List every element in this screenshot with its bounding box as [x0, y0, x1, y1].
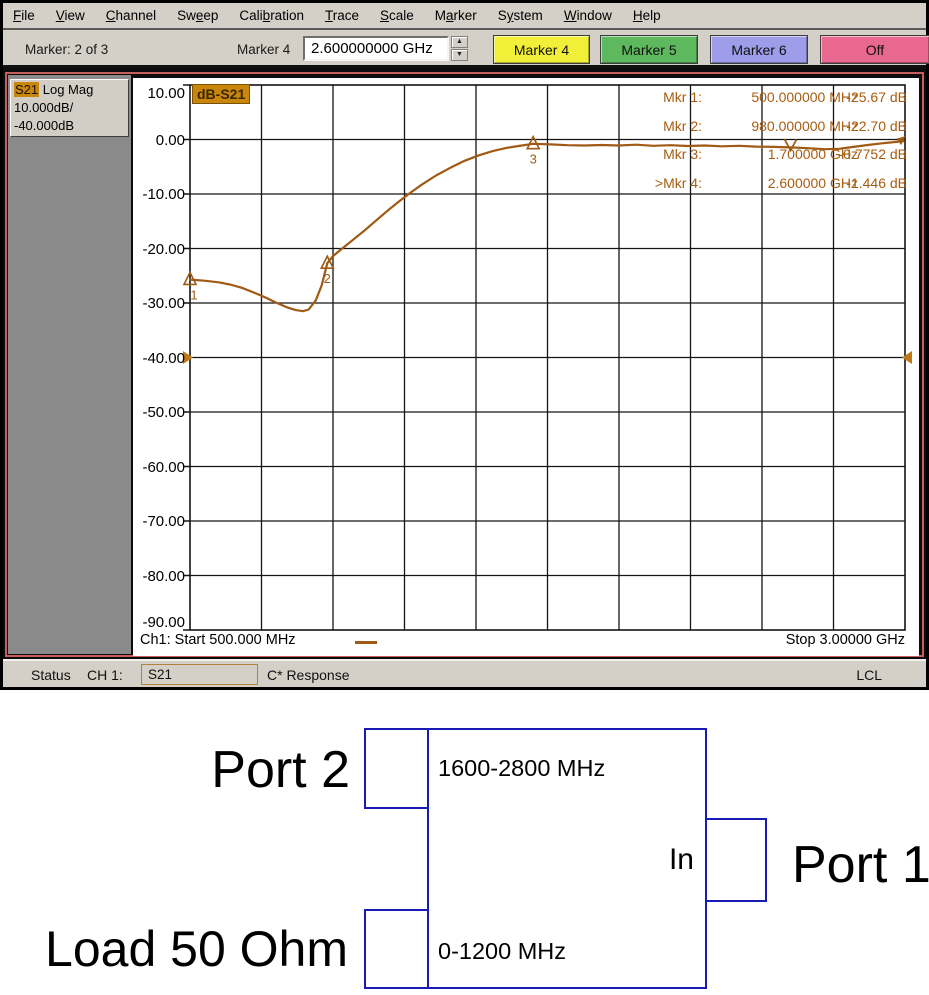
- chart-area: 123 dB-S21 10.000.00-10.00-20.00-30.00-4…: [133, 78, 919, 656]
- menu-window[interactable]: Window: [564, 8, 612, 23]
- stepper-up-button[interactable]: ▲: [451, 36, 468, 48]
- y-tick-label: -90.00: [135, 614, 185, 631]
- sweep-start-label: Ch1: Start 500.000 MHz: [140, 632, 296, 648]
- stepper-down-button[interactable]: ▼: [451, 49, 468, 61]
- trace-format: Log Mag: [39, 82, 93, 97]
- menu-view[interactable]: View: [56, 8, 85, 23]
- y-tick-label: -80.00: [135, 568, 185, 585]
- mkr-value: -1.446 dB: [821, 175, 907, 191]
- status-sparam-box: S21: [141, 664, 258, 685]
- trace-sidebar: S21 Log Mag 10.000dB/ -40.000dB: [8, 75, 131, 654]
- marker-4-button[interactable]: Marker 4: [493, 35, 590, 64]
- load-label: Load 50 Ohm: [0, 920, 348, 978]
- menu-scale[interactable]: Scale: [380, 8, 414, 23]
- display-area: S21 Log Mag 10.000dB/ -40.000dB 123 dB-S…: [3, 68, 926, 660]
- marker-readout-row: Mkr 3:1.700000 GHz-0.7752 dB: [133, 146, 919, 162]
- plot-grid-and-trace: 123: [133, 78, 919, 656]
- y-tick-label: -20.00: [135, 241, 185, 258]
- menu-bar: File View Channel Sweep Calibration Trace Scal…: [3, 3, 926, 30]
- mkr-name: Mkr 2:: [585, 118, 702, 134]
- status-label: Status: [31, 667, 71, 683]
- vna-window: File View Channel Sweep Calibration Trace Scal…: [0, 0, 929, 690]
- marker-readout-row: Mkr 1:500.000000 MHz-25.67 dB: [133, 89, 919, 105]
- menu-marker[interactable]: Marker: [435, 8, 477, 23]
- port2-stub-box: [364, 728, 429, 809]
- trace-scale: 10.000dB/: [14, 99, 125, 117]
- y-tick-label: -50.00: [135, 404, 185, 421]
- svg-text:2: 2: [324, 271, 331, 286]
- svg-text:1: 1: [190, 287, 197, 302]
- channel-label: CH 1:: [87, 667, 123, 683]
- lcl-indicator: LCL: [856, 667, 882, 683]
- off-button[interactable]: Off: [820, 35, 929, 64]
- menu-calibration[interactable]: Calibration: [239, 8, 304, 23]
- toolbar: Marker: 2 of 3 Marker 4 ▲ ▼ Marker 4 Mark…: [3, 32, 926, 68]
- mkr-value: -22.70 dB: [821, 118, 907, 134]
- load-stub-box: [364, 909, 429, 989]
- marker4-field-label: Marker 4: [237, 42, 290, 57]
- marker-5-button[interactable]: Marker 5: [600, 35, 698, 64]
- y-tick-label: -30.00: [135, 295, 185, 312]
- marker4-frequency-input[interactable]: [303, 36, 449, 61]
- trace-info-box[interactable]: S21 Log Mag 10.000dB/ -40.000dB: [10, 79, 129, 137]
- menu-trace[interactable]: Trace: [325, 8, 359, 23]
- mkr-value: -0.7752 dB: [821, 146, 907, 162]
- mkr-name: >Mkr 4:: [585, 175, 702, 191]
- marker-status-text: Marker: 2 of 3: [25, 42, 108, 57]
- marker-readout-row: >Mkr 4:2.600000 GHz-1.446 dB: [133, 175, 919, 191]
- frequency-stepper: ▲ ▼: [451, 36, 468, 61]
- port1-label: Port 1: [792, 835, 929, 895]
- trace-info-line1: S21 Log Mag: [14, 81, 125, 99]
- menu-channel[interactable]: Channel: [106, 8, 156, 23]
- menu-help[interactable]: Help: [633, 8, 661, 23]
- y-tick-label: -40.00: [135, 350, 185, 367]
- port1-stub-box: [705, 818, 767, 902]
- y-tick-label: -60.00: [135, 459, 185, 476]
- mkr-name: Mkr 3:: [585, 146, 702, 162]
- high-band-label: 1600-2800 MHz: [438, 755, 605, 782]
- mkr-name: Mkr 1:: [585, 89, 702, 105]
- marker-6-button[interactable]: Marker 6: [710, 35, 808, 64]
- marker-readout-row: Mkr 2:980.000000 MHz-22.70 dB: [133, 118, 919, 134]
- response-status: C* Response: [267, 667, 350, 683]
- sweep-stop-label: Stop 3.00000 GHz: [786, 632, 905, 648]
- s-parameter-badge: S21: [14, 82, 39, 97]
- menu-system[interactable]: System: [498, 8, 543, 23]
- low-band-label: 0-1200 MHz: [438, 938, 566, 965]
- page: File View Channel Sweep Calibration Trace Scal…: [0, 0, 929, 995]
- port2-label: Port 2: [140, 740, 350, 800]
- in-label: In: [636, 843, 694, 877]
- y-tick-label: -70.00: [135, 513, 185, 530]
- menu-file[interactable]: File: [13, 8, 35, 23]
- trace-reference: -40.000dB: [14, 117, 125, 135]
- menu-sweep[interactable]: Sweep: [177, 8, 218, 23]
- mkr-value: -25.67 dB: [821, 89, 907, 105]
- status-bar: Status CH 1: S21 C* Response LCL: [3, 659, 926, 687]
- trace-color-swatch: [355, 641, 377, 644]
